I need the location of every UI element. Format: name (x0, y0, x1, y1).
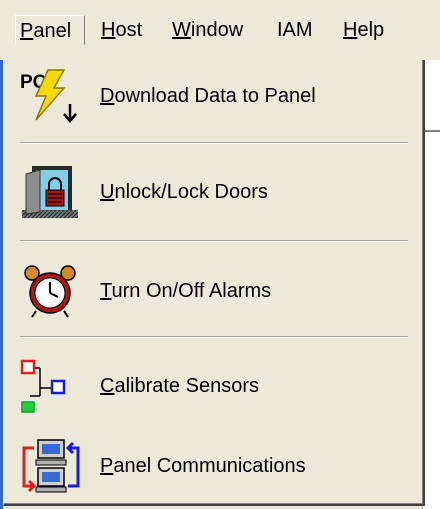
menu-item-unlock-lock-doors-label: Unlock/Lock Doors (100, 180, 268, 203)
menu-window[interactable]: Window (172, 15, 243, 45)
menu-panel-rest: anel (33, 20, 72, 42)
menu-host[interactable]: Host (101, 15, 142, 45)
menu-separator (20, 240, 408, 242)
menu-panel[interactable]: Panel (15, 15, 85, 45)
sensor-network-icon (18, 358, 84, 414)
menu-window-rest: indow (190, 19, 244, 41)
menu-separator (20, 336, 408, 338)
menu-help-accel: H (343, 19, 358, 41)
alarm-clock-icon (18, 263, 84, 319)
menu-item-turn-on-off-alarms[interactable]: Turn On/Off Alarms (4, 261, 422, 321)
menu-window-accel: W (172, 19, 191, 41)
menu-item-turn-on-off-alarms-label: Turn On/Off Alarms (100, 279, 272, 302)
menu-item-calibrate-sensors-label: Calibrate Sensors (100, 374, 259, 397)
panel-menu-dropdown: PC Download Data to Panel Unlock/Lock Do… (3, 57, 425, 506)
menu-item-download-data[interactable]: PC Download Data to Panel (4, 66, 422, 126)
menu-bar: Panel Host Window IAM Help (0, 0, 440, 60)
menu-item-calibrate-sensors[interactable]: Calibrate Sensors (4, 356, 422, 416)
menu-item-unlock-lock-doors[interactable]: Unlock/Lock Doors (4, 162, 422, 222)
menu-item-panel-communications[interactable]: Panel Communications (4, 436, 422, 496)
menu-iam[interactable]: IAM (277, 15, 313, 45)
background-window-divider (423, 130, 440, 132)
menu-help-rest: elp (357, 19, 385, 41)
menu-item-download-data-label: Download Data to Panel (100, 84, 316, 107)
door-lock-icon (18, 164, 84, 220)
menu-item-panel-communications-label: Panel Communications (100, 454, 306, 477)
menu-panel-accel: P (20, 20, 34, 42)
menu-host-rest: ost (115, 19, 143, 41)
menu-separator (20, 142, 408, 144)
menu-iam-label: IAM (277, 19, 313, 41)
menu-host-accel: H (101, 19, 116, 41)
download-to-panel-icon: PC (18, 68, 84, 124)
menu-help[interactable]: Help (343, 15, 384, 45)
computers-communication-icon (18, 438, 84, 494)
